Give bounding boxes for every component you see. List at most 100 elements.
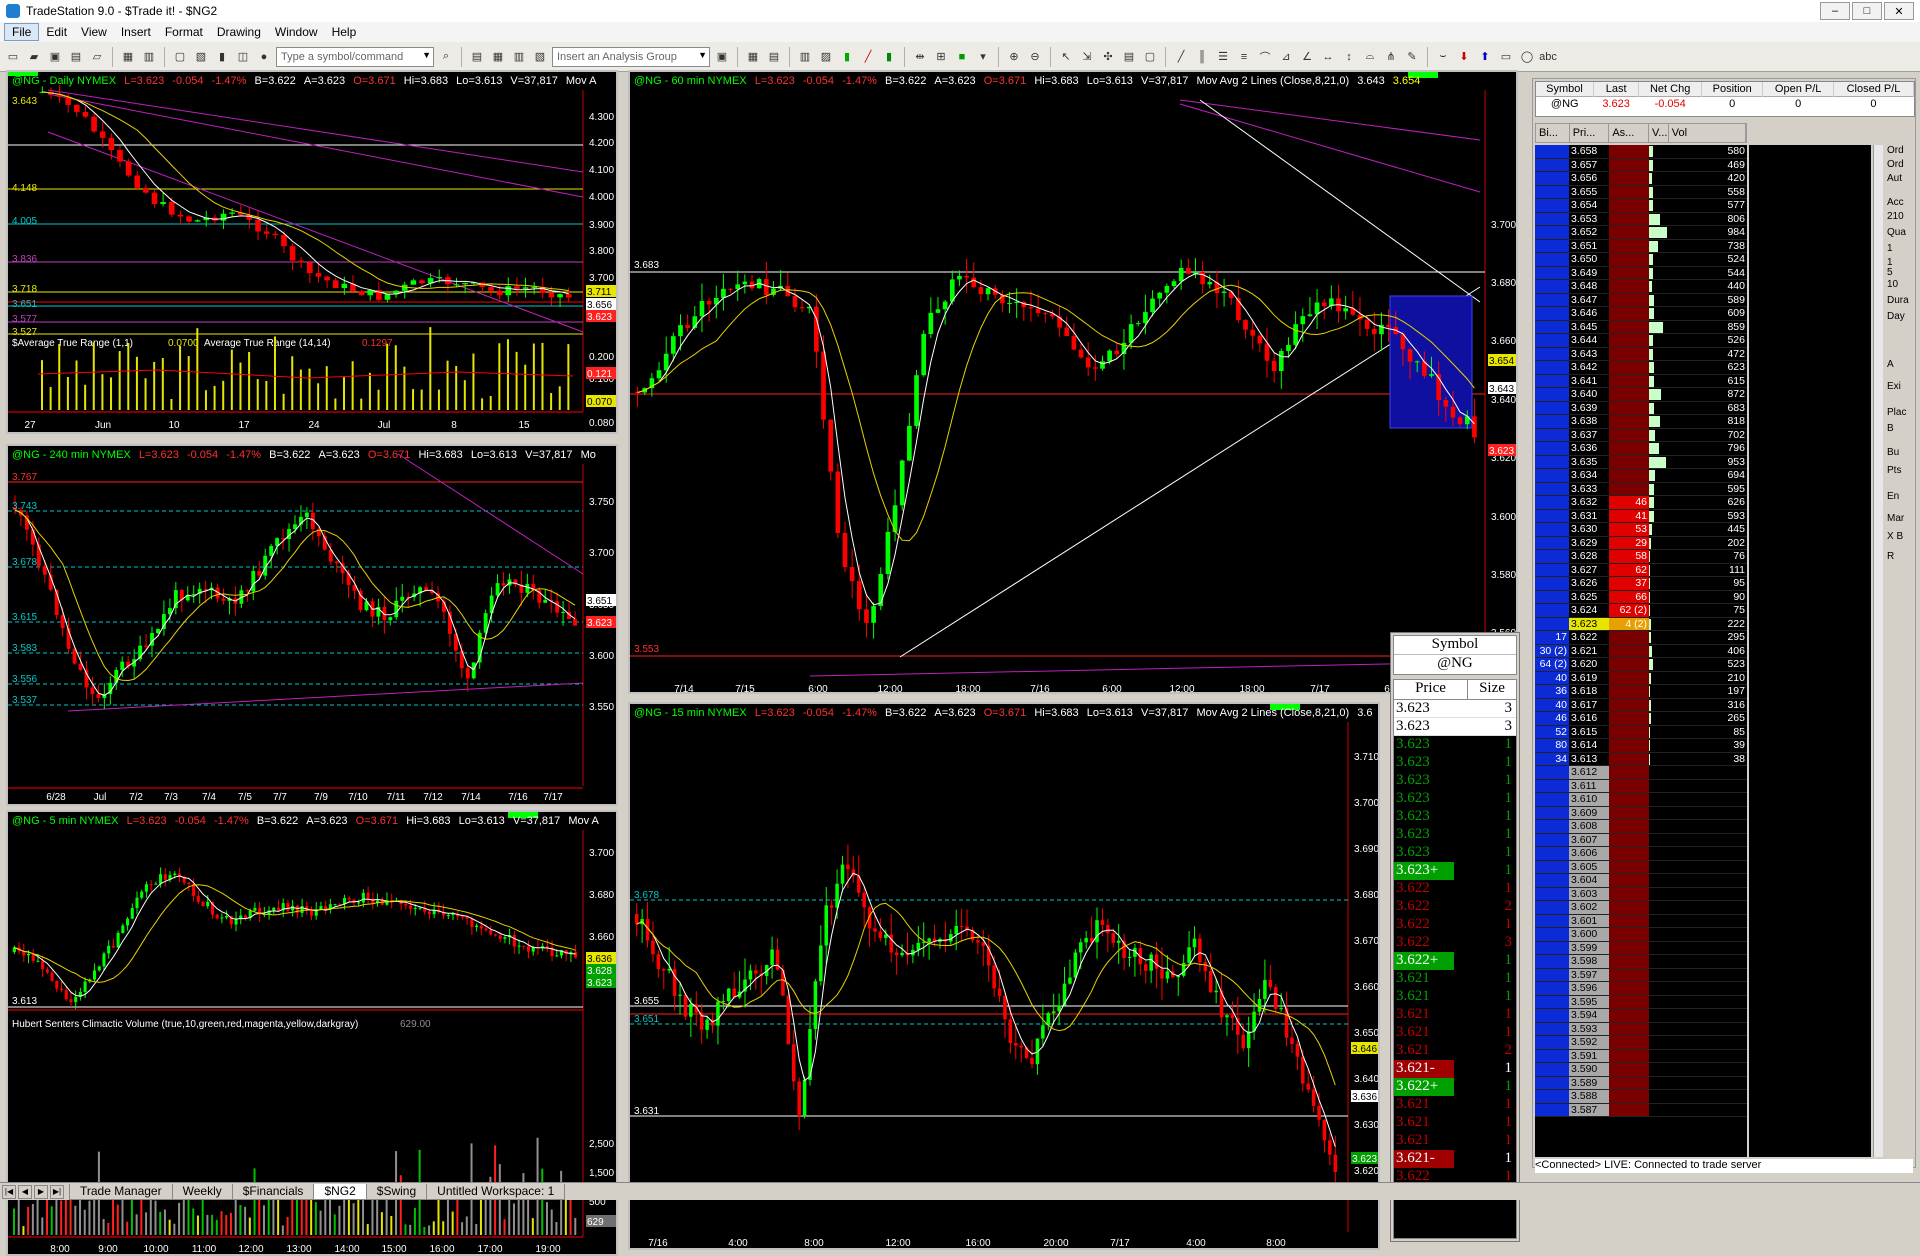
volume-cell[interactable]: 609 <box>1669 307 1747 321</box>
ask-size-cell[interactable] <box>1609 213 1649 227</box>
ask-size-cell[interactable]: 29 <box>1609 537 1649 551</box>
ask-size-cell[interactable] <box>1609 267 1649 281</box>
ask-size-cell[interactable] <box>1609 726 1649 740</box>
volume-profile-cell[interactable] <box>1649 334 1669 348</box>
volume-profile-cell[interactable] <box>1649 1077 1669 1091</box>
volume-cell[interactable]: 984 <box>1669 226 1747 240</box>
bid-size-cell[interactable] <box>1535 969 1569 983</box>
trendline-icon[interactable]: ╱ <box>1172 48 1190 66</box>
price-cell[interactable]: 3.622 <box>1569 631 1609 645</box>
volume-cell[interactable]: 702 <box>1669 429 1747 443</box>
volume-profile-cell[interactable] <box>1649 442 1669 456</box>
ladder-row[interactable]: 3.600 <box>1535 928 1747 942</box>
ask-size-cell[interactable] <box>1609 456 1649 470</box>
bid-size-cell[interactable] <box>1535 618 1569 632</box>
volume-cell[interactable]: 626 <box>1669 496 1747 510</box>
volume-profile-cell[interactable] <box>1649 874 1669 888</box>
ask-size-cell[interactable]: 58 <box>1609 550 1649 564</box>
bid-size-cell[interactable] <box>1535 456 1569 470</box>
color-icon[interactable]: ■ <box>953 48 971 66</box>
ladder-row[interactable]: 3.637702 <box>1535 429 1747 443</box>
price-cell[interactable]: 3.646 <box>1569 307 1609 321</box>
curve-icon[interactable]: ⌣ <box>1434 48 1452 66</box>
price-cell[interactable]: 3.651 <box>1569 240 1609 254</box>
summary-header[interactable]: Net Chg <box>1639 82 1702 97</box>
volume-cell[interactable]: 524 <box>1669 253 1747 267</box>
volume-cell[interactable] <box>1669 928 1747 942</box>
bid-size-cell[interactable] <box>1535 388 1569 402</box>
volume-cell[interactable]: 872 <box>1669 388 1747 402</box>
text-icon[interactable]: abc <box>1539 48 1557 66</box>
zoom-out-icon[interactable]: ⊖ <box>1026 48 1044 66</box>
volume-cell[interactable]: 953 <box>1669 456 1747 470</box>
volume-cell[interactable] <box>1669 1104 1747 1118</box>
volume-cell[interactable] <box>1669 807 1747 821</box>
ladder-row[interactable]: 3.652984 <box>1535 226 1747 240</box>
volume-cell[interactable]: 111 <box>1669 564 1747 578</box>
volume-profile-cell[interactable] <box>1649 888 1669 902</box>
symbol-lookup-icon[interactable]: ⌕ <box>437 48 455 66</box>
volume-cell[interactable]: 76 <box>1669 550 1747 564</box>
ladder-column-header[interactable]: Vol <box>1669 124 1746 142</box>
price-cell[interactable]: 3.595 <box>1569 996 1609 1010</box>
ladder-row[interactable]: 3.6234 (2)222 <box>1535 618 1747 632</box>
ask-size-cell[interactable] <box>1609 807 1649 821</box>
ladder-row[interactable]: 3.657469 <box>1535 159 1747 173</box>
bid-size-cell[interactable] <box>1535 1090 1569 1104</box>
indicators-icon[interactable]: ▨ <box>817 48 835 66</box>
volume-profile-cell[interactable] <box>1649 199 1669 213</box>
ask-size-cell[interactable] <box>1609 1050 1649 1064</box>
volume-profile-cell[interactable] <box>1649 510 1669 524</box>
order-entry-label[interactable]: Exi <box>1887 381 1901 392</box>
ladder-row[interactable]: 3.612 <box>1535 766 1747 780</box>
price-cell[interactable]: 3.605 <box>1569 861 1609 875</box>
volume-profile-cell[interactable] <box>1649 537 1669 551</box>
ladder-row[interactable]: 3.654577 <box>1535 199 1747 213</box>
bid-size-cell[interactable] <box>1535 550 1569 564</box>
bid-size-cell[interactable] <box>1535 510 1569 524</box>
price-cell[interactable]: 3.616 <box>1569 712 1609 726</box>
ask-size-cell[interactable] <box>1609 672 1649 686</box>
ladder-row[interactable]: 3.646 609 <box>1535 307 1747 321</box>
ladder-column-header[interactable]: As... <box>1609 124 1649 142</box>
ask-size-cell[interactable] <box>1609 388 1649 402</box>
price-cell[interactable]: 3.650 <box>1569 253 1609 267</box>
ladder-row[interactable]: 3.62462 (2)75 <box>1535 604 1747 618</box>
ask-size-cell[interactable] <box>1609 699 1649 713</box>
volume-cell[interactable] <box>1669 861 1747 875</box>
ask-size-cell[interactable] <box>1609 186 1649 200</box>
ask-size-cell[interactable] <box>1609 996 1649 1010</box>
ladder-row[interactable]: 3.602 <box>1535 901 1747 915</box>
volume-profile-cell[interactable] <box>1649 969 1669 983</box>
ask-size-cell[interactable] <box>1609 1104 1649 1118</box>
volume-profile-cell[interactable] <box>1649 1023 1669 1037</box>
ladder-row[interactable]: 3.605 <box>1535 861 1747 875</box>
chart-window-60min[interactable]: 3.6833.5533.7003.6803.6603.6403.6203.600… <box>628 70 1518 694</box>
price-cell[interactable]: 3.601 <box>1569 915 1609 929</box>
volume-profile-cell[interactable] <box>1649 456 1669 470</box>
bid-size-cell[interactable] <box>1535 240 1569 254</box>
ladder-row[interactable]: 3.594 <box>1535 1009 1747 1023</box>
ladder-row[interactable]: 3.6285876 <box>1535 550 1747 564</box>
horizontal-line-icon[interactable]: ↔ <box>1319 48 1337 66</box>
depth-of-market-window[interactable]: SymbolLastNet ChgPositionOpen P/LClosed … <box>1532 78 1916 1168</box>
volume-cell[interactable]: 683 <box>1669 402 1747 416</box>
price-cell[interactable]: 3.653 <box>1569 213 1609 227</box>
ladder-column-header[interactable]: Pri... <box>1570 124 1610 142</box>
price-cell[interactable]: 3.647 <box>1569 294 1609 308</box>
data-window-icon[interactable]: ▤ <box>1120 48 1138 66</box>
price-cell[interactable]: 3.643 <box>1569 348 1609 362</box>
volume-cell[interactable]: 39 <box>1669 739 1747 753</box>
bid-size-cell[interactable] <box>1535 402 1569 416</box>
price-cell[interactable]: 3.618 <box>1569 685 1609 699</box>
ladder-row[interactable]: 363.618197 <box>1535 685 1747 699</box>
volume-profile-cell[interactable] <box>1649 1063 1669 1077</box>
volume-profile-cell[interactable] <box>1649 213 1669 227</box>
bid-size-cell[interactable] <box>1535 901 1569 915</box>
bid-size-cell[interactable] <box>1535 199 1569 213</box>
ask-size-cell[interactable] <box>1609 982 1649 996</box>
tab-ng2[interactable]: $NG2 <box>313 1184 366 1200</box>
ask-size-cell[interactable]: 41 <box>1609 510 1649 524</box>
volume-profile-cell[interactable] <box>1649 1036 1669 1050</box>
ask-size-cell[interactable] <box>1609 969 1649 983</box>
